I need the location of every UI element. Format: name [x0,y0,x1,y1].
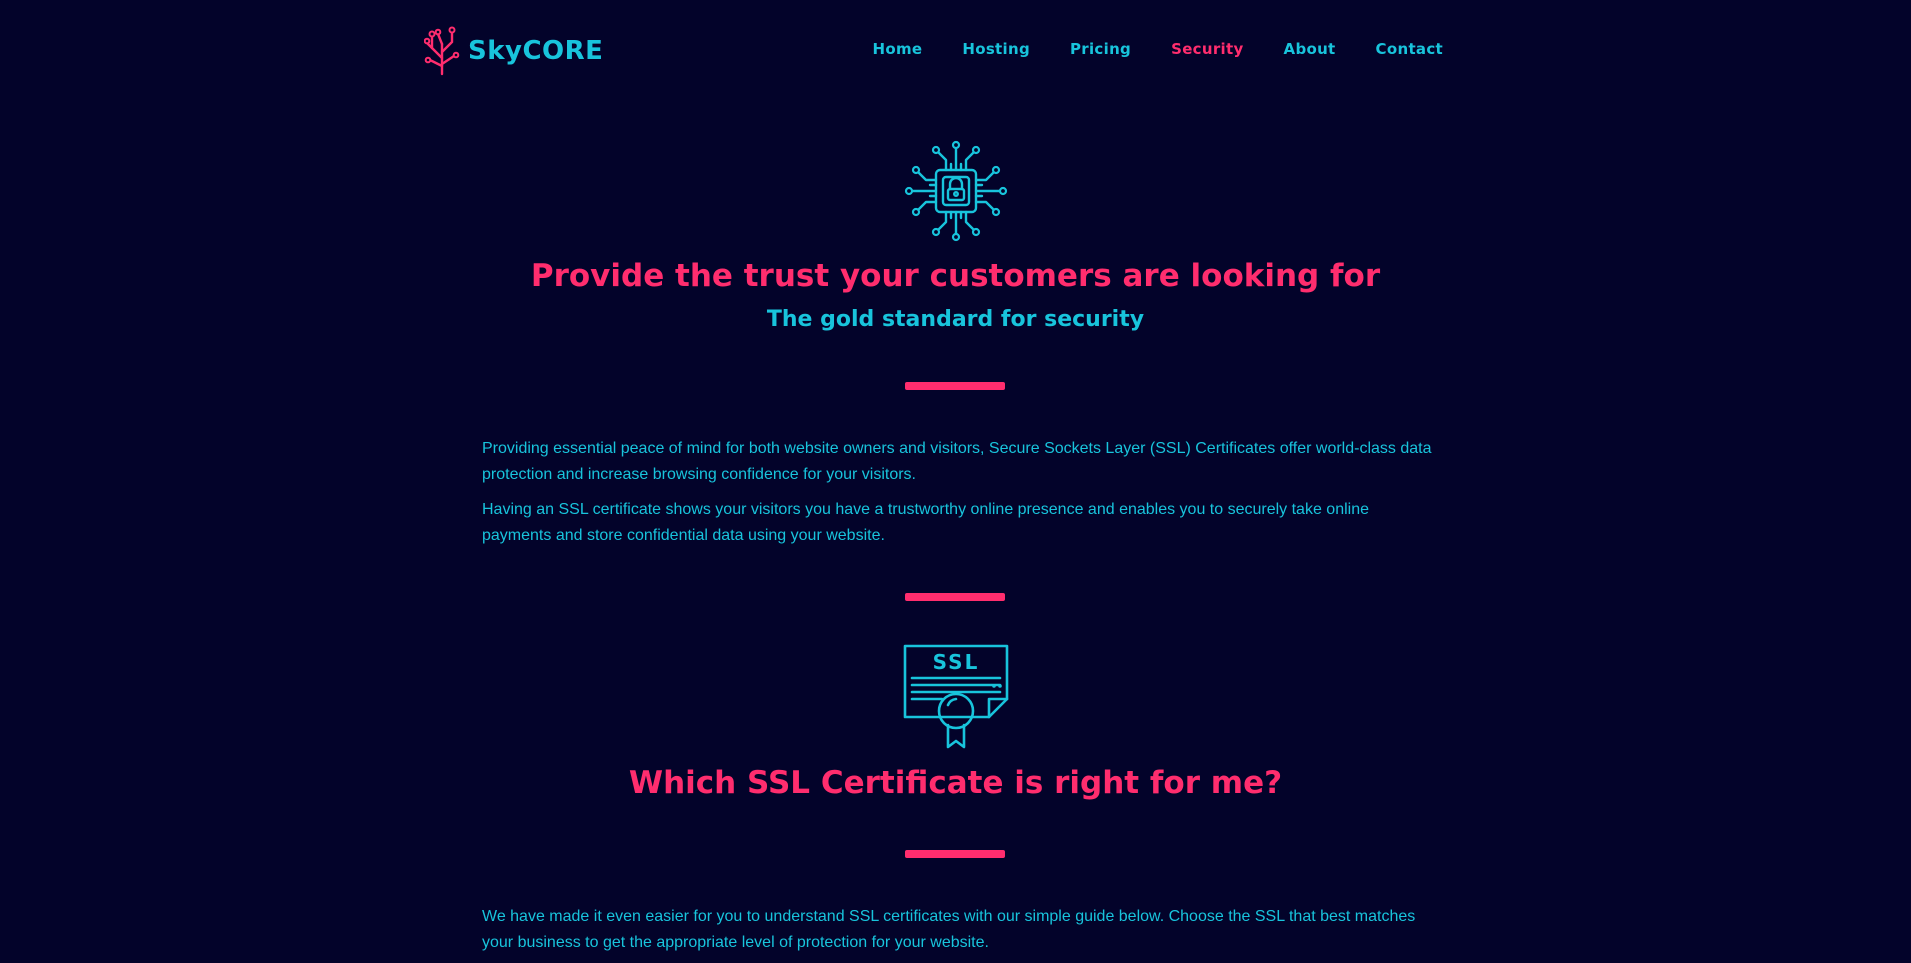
ssl-certificate-icon: SSL [903,644,1008,749]
nav-security[interactable]: Security [1171,40,1243,58]
site-header: SkyCORE Home Hosting Pricing Security Ab… [0,0,1911,104]
section-divider [905,850,1005,858]
circuit-tree-icon [424,26,460,76]
section-divider [905,593,1005,601]
logo-link[interactable]: SkyCORE [424,26,603,76]
ssl-section-title: Which SSL Certificate is right for me? [628,765,1283,801]
ssl-section-paragraph: We have made it even easier for you to u… [482,908,1416,951]
circuit-lock-icon [904,140,1007,242]
nav-home[interactable]: Home [873,40,923,58]
hero-paragraph-1: Providing essential peace of mind for bo… [482,440,1432,483]
hero-subtitle: The gold standard for security [766,307,1145,332]
nav-about[interactable]: About [1284,40,1336,58]
main-nav: Home Hosting Pricing Security About Cont… [873,40,1444,58]
nav-hosting[interactable]: Hosting [962,40,1030,58]
nav-pricing[interactable]: Pricing [1070,40,1131,58]
hero-paragraph-2: Having an SSL certificate shows your vis… [482,501,1369,544]
hero-title: Provide the trust your customers are loo… [530,258,1381,294]
section-divider [905,382,1005,390]
logo-text: SkyCORE [468,36,604,66]
nav-contact[interactable]: Contact [1376,40,1443,58]
ssl-icon-label: SSL [932,650,979,674]
